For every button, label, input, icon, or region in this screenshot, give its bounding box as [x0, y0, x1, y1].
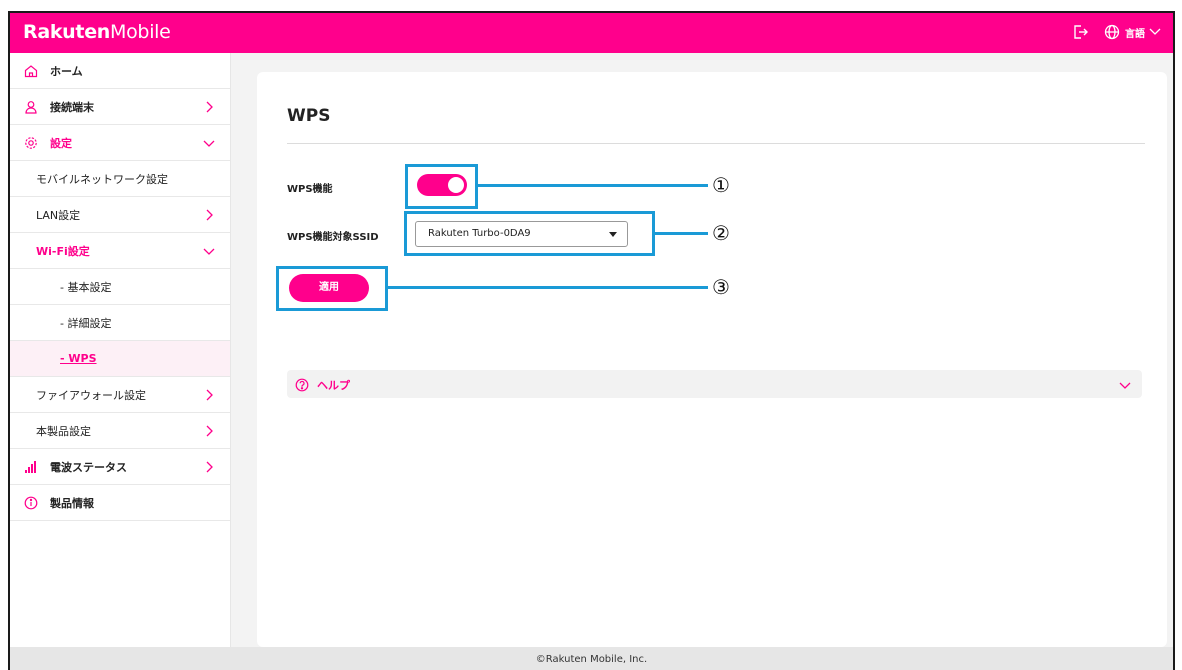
sidebar-item-label: 本製品設定 [36, 424, 91, 438]
sidebar-item-label: LAN設定 [36, 208, 81, 222]
chevron-down-icon [202, 136, 216, 150]
callout-line-2 [655, 232, 708, 235]
info-icon [24, 496, 38, 510]
language-selector[interactable]: 言語 [1103, 23, 1161, 41]
sidebar-item-label: モバイルネットワーク設定 [36, 172, 168, 186]
ssid-label: WPS機能対象SSID [287, 232, 379, 243]
top-right-controls: 言語 [1071, 23, 1161, 41]
footer: ©Rakuten Mobile, Inc. [10, 647, 1173, 670]
title-divider [287, 143, 1145, 144]
sidebar-item-wifi[interactable]: Wi-Fi設定 [10, 233, 230, 269]
sidebar-item-label: ファイアウォール設定 [36, 388, 146, 402]
help-label: ヘルプ [317, 379, 350, 392]
language-label: 言語 [1125, 28, 1145, 40]
home-icon [24, 64, 38, 78]
gear-icon [24, 136, 38, 150]
sidebar-item-mobile-network[interactable]: モバイルネットワーク設定 [10, 161, 230, 197]
chevron-down-icon [1118, 377, 1132, 391]
callout-line-3 [388, 286, 708, 289]
page-title: WPS [287, 106, 331, 126]
sidebar-item-firewall[interactable]: ファイアウォール設定 [10, 377, 230, 413]
sidebar-item-settings[interactable]: 設定 [10, 125, 230, 161]
copyright-text: ©Rakuten Mobile, Inc. [535, 654, 648, 665]
callout-number-3: ③ [712, 275, 730, 299]
user-icon [24, 100, 38, 114]
sidebar-item-product-info[interactable]: 製品情報 [10, 485, 230, 521]
main-content: WPS WPS機能 WPS機能対象SSID Rakuten Turbo-0DA9… [257, 72, 1167, 647]
sidebar-item-wifi-basic[interactable]: - 基本設定 [10, 269, 230, 305]
globe-icon [1103, 23, 1121, 41]
chevron-down-icon [202, 244, 216, 258]
sidebar-item-lan[interactable]: LAN設定 [10, 197, 230, 233]
chevron-down-icon [1149, 26, 1161, 39]
help-question-icon [295, 377, 309, 392]
sidebar-item-connected-devices[interactable]: 接続端末 [10, 89, 230, 125]
sidebar-item-label: - WPS [60, 352, 97, 365]
highlight-box-3 [276, 266, 388, 311]
callout-line-1 [478, 184, 708, 187]
wps-function-label: WPS機能 [287, 184, 333, 195]
logout-icon[interactable] [1071, 23, 1089, 41]
sidebar-item-label: - 基本設定 [60, 280, 112, 294]
signal-bars-icon [24, 460, 38, 474]
sidebar-item-label: Wi-Fi設定 [36, 244, 90, 258]
sidebar-item-label: - 詳細設定 [60, 316, 112, 330]
highlight-box-2 [404, 211, 655, 256]
help-accordion[interactable]: ヘルプ [287, 370, 1142, 398]
highlight-box-1 [405, 164, 478, 209]
chevron-right-icon [202, 388, 216, 402]
sidebar-item-label: 製品情報 [50, 496, 94, 510]
chevron-right-icon [202, 208, 216, 222]
sidebar-item-home[interactable]: ホーム [10, 53, 230, 89]
app-window: RakutenMobile 言語 ホーム 接続端末 設定 モバイルネットワーク設… [8, 11, 1175, 670]
chevron-right-icon [202, 424, 216, 438]
sidebar-item-device-settings[interactable]: 本製品設定 [10, 413, 230, 449]
sidebar-item-label: 電波ステータス [50, 460, 127, 474]
sidebar-item-signal-status[interactable]: 電波ステータス [10, 449, 230, 485]
sidebar-item-label: 接続端末 [50, 100, 94, 114]
sidebar-item-wifi-advanced[interactable]: - 詳細設定 [10, 305, 230, 341]
chevron-right-icon [202, 100, 216, 114]
sidebar-item-label: ホーム [50, 64, 83, 78]
sidebar-item-label: 設定 [50, 136, 72, 150]
sidebar-item-wps[interactable]: - WPS [10, 341, 230, 377]
callout-number-1: ① [712, 173, 730, 197]
chevron-right-icon [202, 460, 216, 474]
top-bar: RakutenMobile 言語 [10, 13, 1173, 53]
callout-number-2: ② [712, 221, 730, 245]
rakuten-mobile-logo[interactable]: RakutenMobile [23, 21, 171, 43]
sidebar-nav: ホーム 接続端末 設定 モバイルネットワーク設定 LAN設定 Wi-Fi設定 -… [10, 53, 231, 647]
